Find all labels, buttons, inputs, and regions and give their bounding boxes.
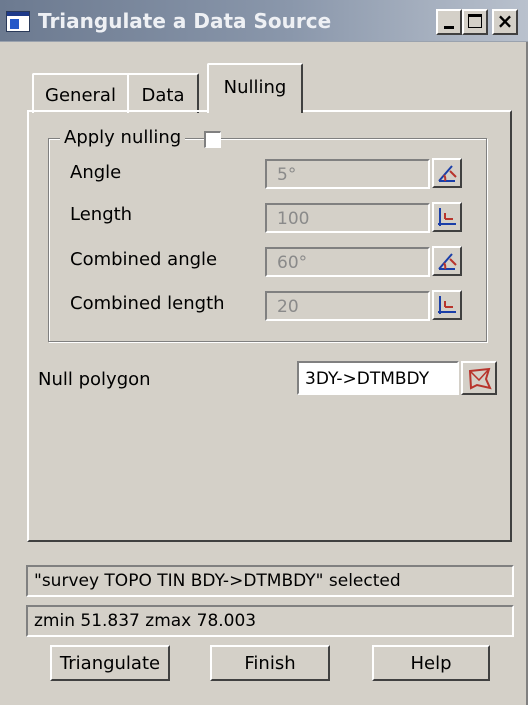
polygon-select-icon bbox=[468, 367, 492, 390]
combined-length-pick-button[interactable] bbox=[432, 290, 462, 320]
maximize-button[interactable] bbox=[462, 9, 488, 35]
angle-pick-icon bbox=[438, 165, 457, 182]
combined-length-label: Combined length bbox=[70, 293, 225, 314]
combined-length-field[interactable]: 20 bbox=[265, 291, 430, 321]
help-button[interactable]: Help bbox=[372, 645, 490, 681]
length-pick-icon bbox=[438, 208, 456, 226]
window-title: Triangulate a Data Source bbox=[38, 9, 332, 33]
tab-general[interactable]: General bbox=[32, 73, 129, 113]
title-bar[interactable]: Triangulate a Data Source × bbox=[0, 0, 528, 42]
close-icon: × bbox=[496, 9, 514, 33]
angle-label: Angle bbox=[70, 162, 122, 183]
finish-button[interactable]: Finish bbox=[210, 645, 330, 681]
maximize-icon bbox=[468, 14, 482, 28]
combined-angle-pick-button[interactable] bbox=[432, 246, 462, 276]
minimize-icon bbox=[444, 26, 454, 29]
null-polygon-field[interactable]: 3DY->DTMBDY bbox=[297, 361, 459, 395]
angle-field[interactable]: 5° bbox=[265, 159, 430, 189]
close-button[interactable]: × bbox=[492, 9, 518, 35]
length-pick-icon bbox=[438, 296, 456, 314]
null-polygon-label: Null polygon bbox=[38, 369, 151, 390]
triangulate-button[interactable]: Triangulate bbox=[50, 645, 170, 681]
combined-angle-field[interactable]: 60° bbox=[265, 247, 430, 277]
tab-data[interactable]: Data bbox=[127, 73, 199, 113]
selection-status: "survey TOPO TIN BDY->DTMBDY" selected bbox=[26, 565, 514, 597]
z-range-status: zmin 51.837 zmax 78.003 bbox=[26, 605, 514, 637]
angle-pick-button[interactable] bbox=[432, 158, 462, 188]
angle-pick-icon bbox=[438, 253, 457, 270]
apply-nulling-checkbox[interactable] bbox=[204, 131, 221, 148]
null-polygon-pick-button[interactable] bbox=[461, 361, 497, 395]
combined-angle-label: Combined angle bbox=[70, 249, 218, 270]
tab-nulling[interactable]: Nulling bbox=[207, 63, 303, 113]
apply-nulling-label: Apply nulling bbox=[60, 127, 186, 149]
length-pick-button[interactable] bbox=[432, 202, 462, 232]
dialog-window: Triangulate a Data Source × General Data… bbox=[0, 0, 528, 705]
length-field[interactable]: 100 bbox=[265, 203, 430, 233]
app-window-icon bbox=[6, 11, 30, 32]
minimize-button[interactable] bbox=[436, 9, 462, 35]
length-label: Length bbox=[70, 204, 133, 225]
